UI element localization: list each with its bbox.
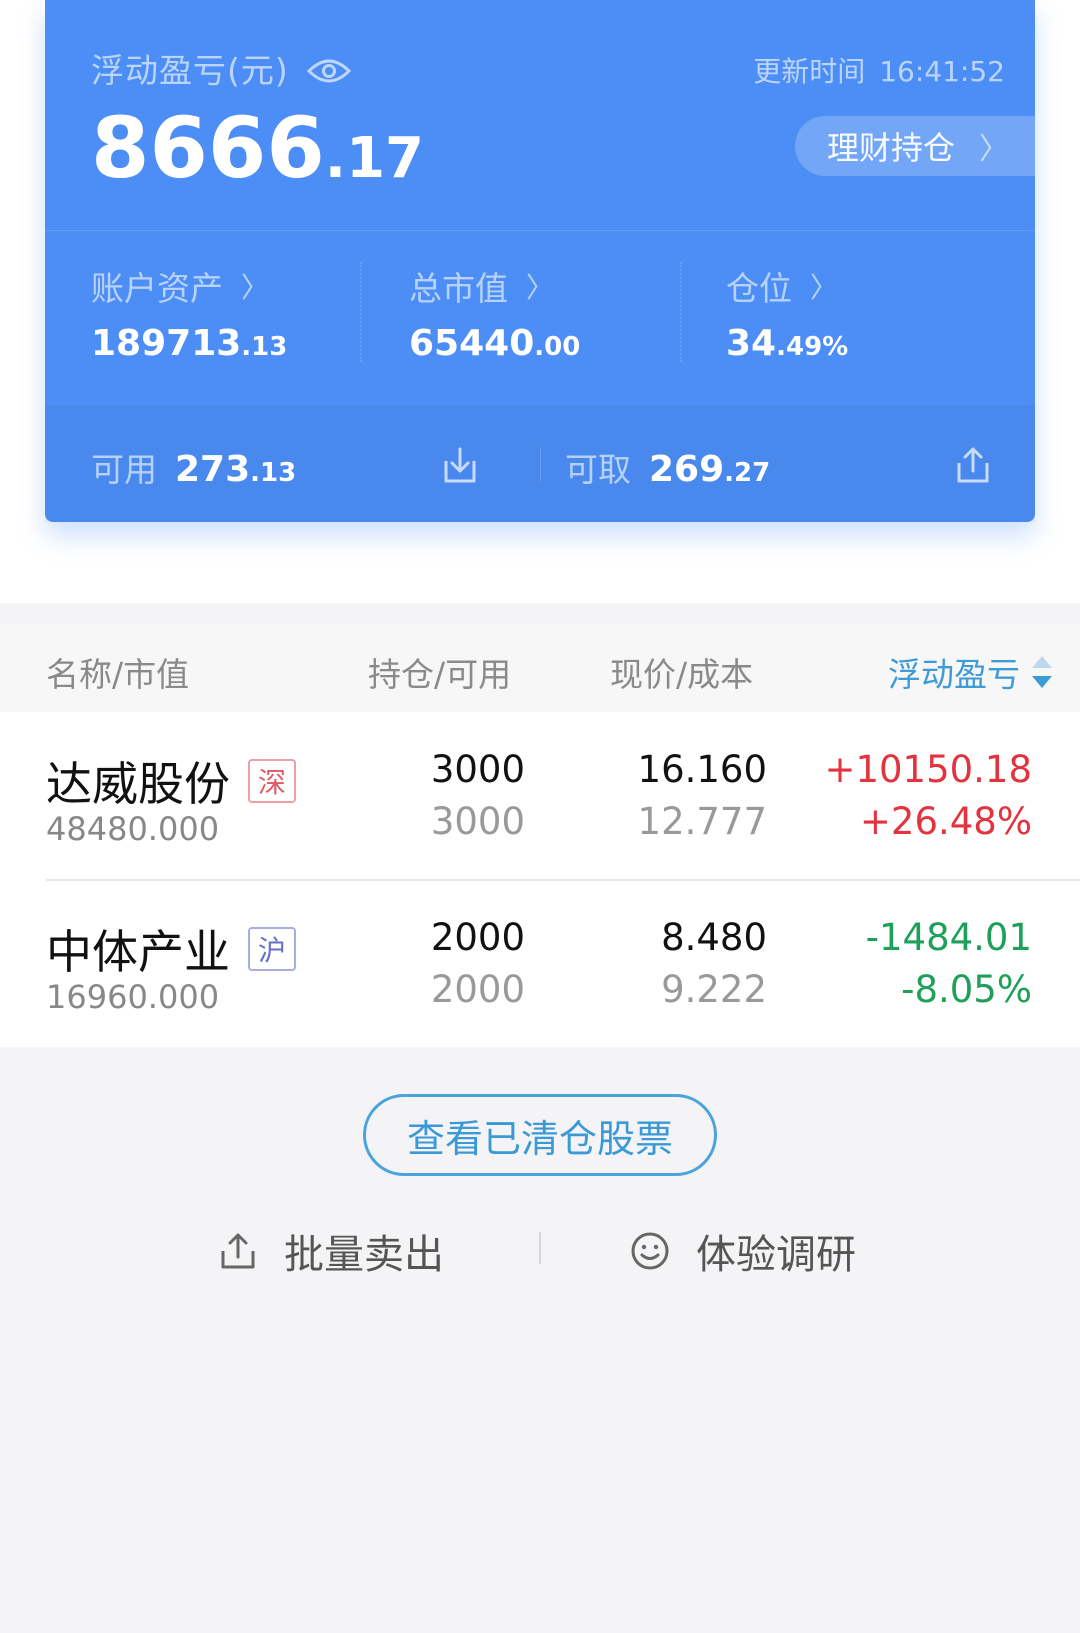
header-price-cost[interactable]: 现价/成本 <box>610 648 753 696</box>
available-qty: 2000 <box>430 968 525 1011</box>
batch-sell-button[interactable]: 批量卖出 <box>218 1222 444 1280</box>
floating-pl-int: 8666 <box>91 99 325 197</box>
current-price: 8.480 <box>661 916 767 959</box>
upload-icon <box>221 1233 255 1269</box>
chevron-right-icon: 〉 <box>241 271 270 304</box>
holdings-list: 达威股份 深 48480.000 3000 3000 16.160 12.777… <box>0 712 1080 1047</box>
current-price: 16.160 <box>637 748 767 791</box>
account-assets-int: 189713 <box>91 323 242 364</box>
holding-qty: 3000 <box>430 748 525 791</box>
eye-icon[interactable] <box>306 54 351 83</box>
stock-name: 达威股份 <box>46 757 230 811</box>
table-row[interactable]: 中体产业 沪 16960.000 2000 2000 8.480 9.222 -… <box>0 880 1080 1047</box>
floating-pl-label: 浮动盈亏(元) <box>91 51 289 90</box>
survey-label: 体验调研 <box>696 1232 856 1278</box>
chevron-right-icon: 〉 <box>810 271 839 304</box>
position-label: 仓位 <box>726 269 792 308</box>
position-stat[interactable]: 仓位〉 34.49% <box>726 262 848 362</box>
floating-pl-dec: .17 <box>324 126 424 191</box>
available-qty: 3000 <box>430 800 525 843</box>
chevron-right-icon: 〉 <box>979 132 1010 167</box>
withdrawable-label: 可取 <box>565 450 631 489</box>
stock-name-cell: 中体产业 沪 <box>46 916 296 982</box>
holdings-table-header: 名称/市值 持仓/可用 现价/成本 浮动盈亏 <box>0 624 1080 712</box>
cost-price: 12.777 <box>637 800 767 843</box>
stat-separator <box>360 262 362 362</box>
funds-separator <box>540 447 541 483</box>
withdrawable-dec: .27 <box>724 458 771 488</box>
market-value-dec: .00 <box>534 332 581 362</box>
account-assets-stat[interactable]: 账户资产〉 189713.13 <box>91 262 287 362</box>
available-funds: 可用 273.13 <box>91 443 296 491</box>
account-assets-dec: .13 <box>241 332 288 362</box>
withdrawable-funds: 可取 269.27 <box>565 443 770 491</box>
stat-separator <box>680 262 682 362</box>
chevron-right-icon: 〉 <box>526 271 555 304</box>
stock-market-value: 48480.000 <box>46 810 220 848</box>
floating-pl-value: 8666.17 <box>91 106 424 190</box>
available-dec: .13 <box>250 458 297 488</box>
stock-market-value: 16960.000 <box>46 978 220 1016</box>
header-name-mv[interactable]: 名称/市值 <box>46 648 189 696</box>
survey-button[interactable]: 体验调研 <box>630 1222 856 1280</box>
market-value-int: 65440 <box>409 323 535 364</box>
floating-pl: +10150.18 <box>824 748 1032 791</box>
wealth-holdings-button[interactable]: 理财持仓 〉 <box>795 116 1035 176</box>
available-label: 可用 <box>91 450 157 489</box>
market-value-label: 总市值 <box>409 269 508 308</box>
withdrawable-int: 269 <box>649 449 725 490</box>
account-summary-card: 浮动盈亏(元) 更新时间 16:41:52 8666.17 理财持仓 〉 账户资产… <box>45 0 1035 522</box>
update-time-label: 更新时间 <box>753 55 866 88</box>
header-floating-pl-label: 浮动盈亏 <box>888 655 1020 694</box>
funds-row: 可用 273.13 可取 269.27 <box>45 405 1035 522</box>
market-value-stat[interactable]: 总市值〉 65440.00 <box>409 262 580 362</box>
divider <box>45 230 1035 231</box>
available-int: 273 <box>175 449 251 490</box>
table-row[interactable]: 达威股份 深 48480.000 3000 3000 16.160 12.777… <box>0 712 1080 881</box>
view-cleared-stocks-button[interactable]: 查看已清仓股票 <box>363 1094 717 1176</box>
floating-pl: -1484.01 <box>865 916 1032 959</box>
update-time: 更新时间 16:41:52 <box>753 50 1005 90</box>
header-holding-available[interactable]: 持仓/可用 <box>368 648 511 696</box>
stock-name: 中体产业 <box>46 925 230 979</box>
top-area: 浮动盈亏(元) 更新时间 16:41:52 8666.17 理财持仓 〉 账户资产… <box>0 0 1080 603</box>
cost-price: 9.222 <box>661 968 767 1011</box>
smiley-icon <box>631 1232 669 1270</box>
position-dec: .49% <box>776 332 849 362</box>
transfer-out-icon[interactable] <box>953 445 993 485</box>
action-separator <box>539 1232 541 1264</box>
position-int: 34 <box>726 323 777 364</box>
header-floating-pl[interactable]: 浮动盈亏 <box>888 648 1054 696</box>
wealth-holdings-label: 理财持仓 <box>827 129 956 167</box>
transfer-in-icon[interactable] <box>440 445 480 485</box>
holding-qty: 2000 <box>430 916 525 959</box>
floating-pl-header: 浮动盈亏(元) <box>91 44 351 92</box>
sort-icon <box>1030 652 1054 692</box>
market-tag-sz: 深 <box>248 759 296 803</box>
floating-pl-pct: -8.05% <box>901 968 1032 1011</box>
floating-pl-pct: +26.48% <box>859 800 1032 843</box>
account-assets-label: 账户资产 <box>91 269 223 308</box>
update-time-value: 16:41:52 <box>879 55 1005 88</box>
market-tag-sh: 沪 <box>248 927 296 971</box>
stock-name-cell: 达威股份 深 <box>46 748 296 814</box>
batch-sell-label: 批量卖出 <box>284 1232 444 1278</box>
